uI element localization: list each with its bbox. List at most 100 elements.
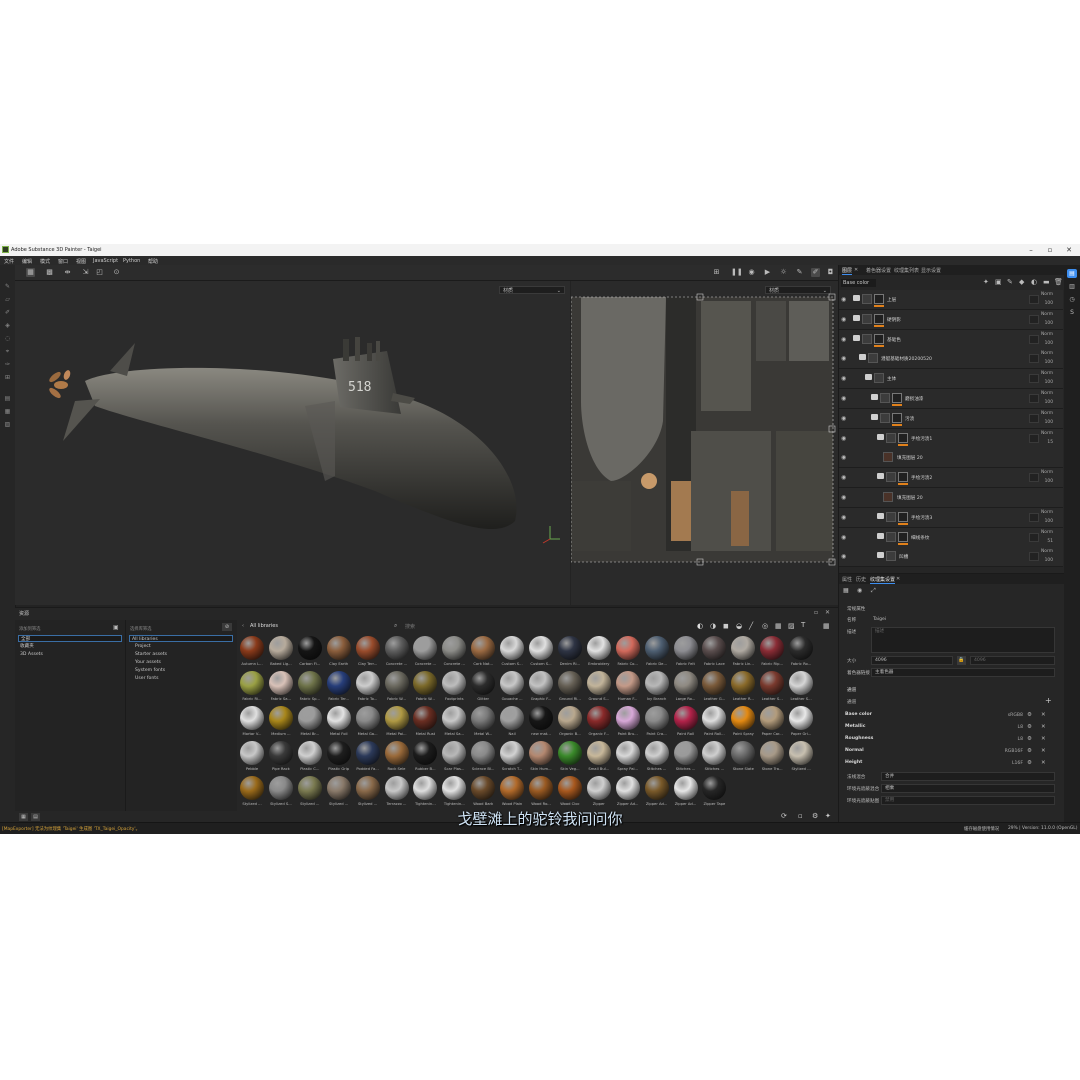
delete-icon[interactable]: 🗑 (1054, 278, 1063, 286)
layer-blend-mode[interactable]: Norm (1041, 549, 1053, 554)
material-thumbnail[interactable] (384, 671, 409, 695)
split-view-icon[interactable]: ⊞ (712, 268, 721, 277)
alpha-filter-icon[interactable]: ◎ (762, 622, 768, 630)
channel-remove-icon[interactable]: ✕ (1041, 736, 1046, 742)
material-thumbnail[interactable] (413, 636, 438, 660)
layer-blend-box[interactable] (1029, 413, 1039, 423)
visibility-eye-icon[interactable]: ◉ (841, 494, 846, 501)
material-thumbnail[interactable] (529, 741, 553, 765)
layer-blend-mode[interactable]: Norm (1041, 530, 1053, 535)
image-filter-icon[interactable]: ▨ (788, 622, 795, 630)
visibility-eye-icon[interactable]: ◉ (841, 415, 846, 422)
material-thumbnail[interactable] (326, 636, 351, 660)
material-thumbnail[interactable] (500, 636, 525, 660)
material-thumbnail[interactable] (413, 706, 438, 730)
layer-opacity[interactable]: 100 (1045, 321, 1053, 326)
uv-select[interactable]: 主着色器 (871, 668, 1055, 677)
material-thumbnail[interactable] (702, 636, 727, 660)
layer-row[interactable]: ◉ 手绘污渍1 Norm 15 (839, 428, 1063, 449)
smudge-icon[interactable]: ◌ (4, 335, 11, 342)
material-thumbnail[interactable] (384, 741, 409, 765)
menu-window[interactable]: 窗口 (58, 258, 68, 265)
material-thumbnail[interactable] (673, 671, 698, 695)
layer-blend-box[interactable] (1029, 334, 1039, 344)
channel-settings-icon[interactable]: ⚙ (1027, 760, 1032, 766)
geometry-fill-icon[interactable]: ◈ (4, 322, 11, 329)
layer-opacity[interactable]: 100 (1045, 301, 1053, 306)
normal-blend-select[interactable]: 合并 (881, 772, 1055, 781)
layer-row[interactable]: ◉ 潜艇基础材质20200520 Norm 100 (839, 349, 1063, 370)
material-thumbnail[interactable] (471, 636, 496, 660)
document-icon[interactable]: ▨ (4, 421, 11, 428)
layers-dock-icon[interactable]: ▤ (1067, 269, 1077, 278)
material-thumbnail[interactable] (500, 741, 525, 765)
material-thumbnail[interactable] (557, 741, 582, 765)
material-thumbnail[interactable] (413, 741, 438, 765)
description-field[interactable]: 描述 (871, 627, 1055, 653)
material-thumbnail[interactable] (384, 776, 409, 800)
breadcrumb[interactable]: All libraries (250, 623, 278, 629)
material-thumbnail[interactable] (673, 776, 698, 800)
material-thumbnail[interactable] (355, 636, 380, 660)
back-icon[interactable]: ‹ (242, 623, 244, 629)
material-thumbnail[interactable] (268, 671, 293, 695)
material-thumbnail[interactable] (240, 636, 264, 660)
paint-layer-icon[interactable]: ✎ (1007, 278, 1013, 286)
material-thumbnail[interactable] (355, 706, 380, 730)
size-select[interactable]: 4096 (871, 656, 953, 665)
camera-icon[interactable]: ◉ (747, 268, 756, 277)
channel-settings-icon[interactable]: ⚙ (1027, 724, 1032, 730)
layer-opacity[interactable]: 100 (1045, 341, 1053, 346)
layer-row[interactable]: ◉ 污渍 Norm 100 (839, 408, 1063, 429)
material-thumbnail[interactable] (557, 671, 582, 695)
add-channel-icon[interactable]: + (1045, 696, 1052, 705)
layer-opacity[interactable]: 100 (1045, 400, 1053, 405)
minimize-panel-icon[interactable]: ▫ (814, 609, 818, 616)
layer-blend-box[interactable] (1029, 532, 1039, 542)
channel-settings-icon[interactable]: ⚙ (1027, 748, 1032, 754)
picker-icon[interactable]: ✑ (4, 361, 11, 368)
material-thumbnail[interactable] (471, 776, 496, 800)
material-thumbnail[interactable] (586, 776, 611, 800)
tab-properties[interactable]: 属性 (842, 576, 852, 583)
channel-row[interactable]: Height L16F ⚙ ✕ (845, 760, 1055, 770)
clone-icon[interactable]: ⌖ (4, 348, 11, 355)
material-thumbnail[interactable] (529, 706, 553, 730)
library-item-user-fonts[interactable]: User fonts (133, 675, 237, 682)
material-thumbnail[interactable] (355, 671, 380, 695)
material-thumbnail[interactable] (442, 706, 467, 730)
library-item-all[interactable]: All libraries (129, 635, 233, 642)
paint-brush-icon[interactable]: ✎ (4, 283, 11, 290)
channel-remove-icon[interactable]: ✕ (1041, 724, 1046, 730)
layout-icon[interactable]: ▦ (843, 587, 849, 594)
material-thumbnail[interactable] (760, 671, 785, 695)
material-thumbnail[interactable] (529, 671, 553, 695)
bake-icon[interactable]: ▤ (4, 395, 11, 402)
layer-opacity[interactable]: 100 (1045, 558, 1053, 563)
expand-icon[interactable]: ⤢ (871, 587, 876, 595)
eyedropper-icon[interactable]: ✎ (795, 268, 804, 277)
mask-icon[interactable]: ◐ (1031, 278, 1037, 286)
material-thumbnail[interactable] (644, 776, 669, 800)
layer-blend-mode[interactable]: Norm (1041, 371, 1053, 376)
material-thumbnail[interactable] (268, 741, 293, 765)
filter-item-all[interactable]: 全部 (18, 635, 122, 642)
video-icon[interactable]: ▶ (763, 268, 772, 277)
ao-map-select[interactable]: 禁用 (881, 796, 1055, 805)
layer-row[interactable]: ◉ 上层 Norm 100 (839, 290, 1063, 310)
material-thumbnail[interactable] (586, 706, 611, 730)
layer-row[interactable]: ◉ 手绘污渍2 Norm 100 (839, 468, 1063, 489)
material-thumbnail[interactable] (297, 671, 322, 695)
material-thumbnail[interactable] (702, 776, 727, 800)
material-thumbnail[interactable] (789, 636, 814, 660)
layer-blend-box[interactable] (1029, 394, 1039, 403)
material-thumbnail[interactable] (615, 776, 640, 800)
add-layer-icon[interactable]: ▣ (995, 278, 1002, 286)
channel-row[interactable]: Metallic L8 ⚙ ✕ (845, 724, 1055, 734)
material-thumbnail[interactable] (702, 741, 727, 765)
visibility-eye-icon[interactable]: ◉ (841, 514, 846, 521)
layer-blend-box[interactable] (1029, 512, 1039, 522)
history-dock-icon[interactable]: ◷ (1067, 295, 1077, 304)
material-thumbnail[interactable] (789, 741, 814, 765)
channel-remove-icon[interactable]: ✕ (1041, 748, 1046, 754)
